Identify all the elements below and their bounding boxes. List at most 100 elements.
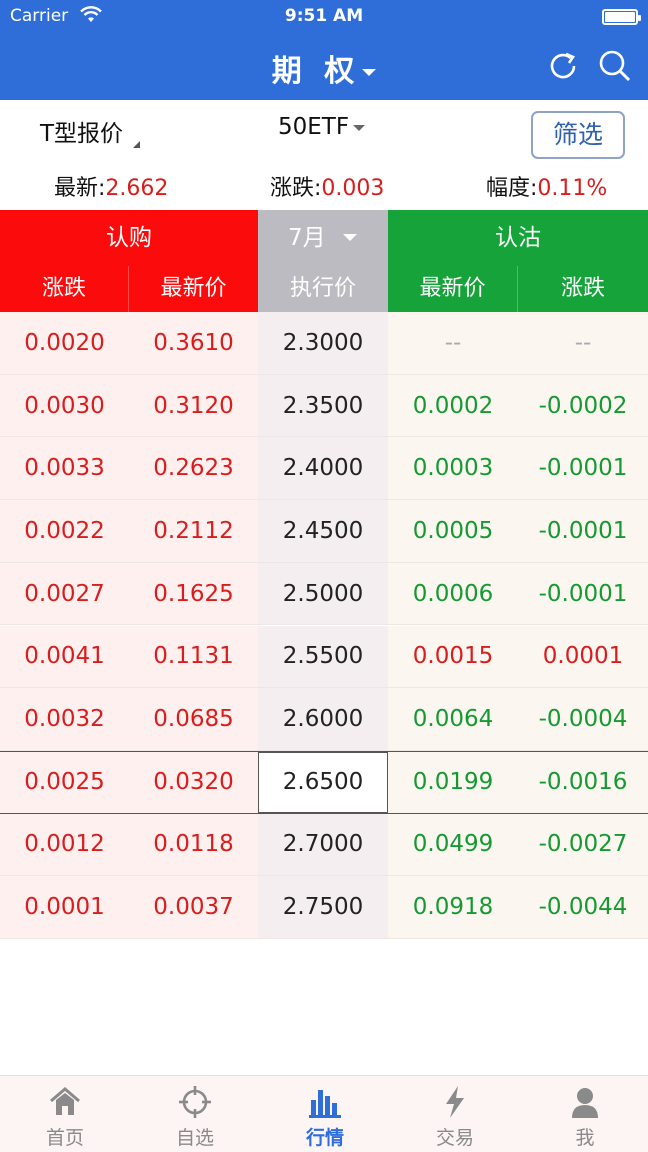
- top-bar: Carrier 9:51 AM 期 权: [0, 0, 648, 100]
- tab-trade[interactable]: 交易: [390, 1076, 520, 1152]
- put-last-cell[interactable]: 0.0002: [388, 374, 518, 437]
- call-last-cell[interactable]: 0.2623: [129, 437, 258, 500]
- chevron-down-icon: [343, 234, 357, 241]
- tab-market[interactable]: 行情: [260, 1076, 390, 1152]
- put-change-cell[interactable]: -0.0016: [518, 751, 648, 813]
- strike-cell[interactable]: 2.7500: [258, 876, 388, 938]
- call-last-cell[interactable]: 0.0320: [129, 751, 258, 813]
- table-row[interactable]: 0.0041 0.1131 2.5500 0.0015 0.0001: [0, 625, 648, 689]
- strike-cell[interactable]: 2.4500: [258, 500, 388, 562]
- table-row[interactable]: 0.0025 0.0320 2.6500 0.0199 -0.0016: [0, 750, 648, 814]
- call-last-cell[interactable]: 0.1625: [129, 562, 258, 625]
- tab-home[interactable]: 首页: [0, 1076, 130, 1152]
- refresh-icon[interactable]: [545, 48, 581, 84]
- strike-header: 执行价: [289, 276, 356, 301]
- table-row[interactable]: 0.0033 0.2623 2.4000 0.0003 -0.0001: [0, 437, 648, 501]
- call-change-cell[interactable]: 0.0032: [0, 688, 129, 750]
- strike-cell[interactable]: 2.7000: [258, 813, 388, 876]
- price-change: 涨跌:0.003: [270, 170, 384, 202]
- call-change-cell[interactable]: 0.0022: [0, 500, 129, 562]
- call-change-cell[interactable]: 0.0033: [0, 437, 129, 500]
- quote-type-dropdown[interactable]: T型报价: [40, 114, 141, 148]
- price-change-label: 涨跌:: [270, 176, 322, 201]
- strike-cell[interactable]: 2.6000: [258, 688, 388, 750]
- table-row[interactable]: 0.0027 0.1625 2.5000 0.0006 -0.0001: [0, 562, 648, 626]
- call-change-cell[interactable]: 0.0001: [0, 876, 129, 938]
- call-last-cell[interactable]: 0.2112: [129, 500, 258, 562]
- call-header: 认购 涨跌 最新价: [0, 210, 258, 312]
- strike-cell[interactable]: 2.4000: [258, 437, 388, 500]
- call-last-cell[interactable]: 0.3610: [129, 312, 258, 374]
- strike-cell[interactable]: 2.3000: [258, 312, 388, 374]
- price-change-value: 0.003: [321, 176, 385, 201]
- call-last-cell[interactable]: 0.1131: [129, 625, 258, 688]
- tab-bar: 首页 自选 行情 交易 我: [0, 1075, 648, 1152]
- put-last-cell[interactable]: 0.0499: [388, 813, 518, 876]
- table-row[interactable]: 0.0032 0.0685 2.6000 0.0064 -0.0004: [0, 688, 648, 751]
- put-last-cell[interactable]: 0.0003: [388, 437, 518, 500]
- put-change-cell[interactable]: -0.0001: [518, 500, 648, 562]
- put-change-cell[interactable]: 0.0001: [518, 625, 648, 688]
- expiry-dropdown[interactable]: 7月: [258, 210, 388, 266]
- last-price: 最新:2.662: [54, 170, 168, 202]
- underlying-dropdown[interactable]: 50ETF: [278, 114, 366, 140]
- call-change-cell[interactable]: 0.0012: [0, 813, 129, 876]
- put-last-header[interactable]: 最新价: [388, 266, 518, 312]
- put-change-cell[interactable]: -0.0001: [518, 437, 648, 500]
- call-change-cell[interactable]: 0.0041: [0, 625, 129, 688]
- put-change-cell[interactable]: -0.0004: [518, 688, 648, 750]
- put-last-cell[interactable]: 0.0918: [388, 876, 518, 938]
- put-change-cell[interactable]: -0.0002: [518, 374, 648, 437]
- chevron-down-icon: [353, 124, 366, 131]
- put-last-cell[interactable]: 0.0005: [388, 500, 518, 562]
- tab-watchlist[interactable]: 自选: [130, 1076, 260, 1152]
- call-last-header[interactable]: 最新价: [129, 266, 258, 312]
- call-change-cell[interactable]: 0.0030: [0, 374, 129, 437]
- strike-cell[interactable]: 2.5500: [258, 625, 388, 688]
- call-change-header[interactable]: 涨跌: [0, 266, 129, 312]
- search-icon[interactable]: [597, 48, 633, 84]
- option-chain-table: 0.0020 0.3610 2.3000 -- -- 0.0030 0.3120 2.3500…: [0, 312, 648, 939]
- call-change-cell[interactable]: 0.0025: [0, 751, 129, 813]
- put-title: 认沽: [495, 225, 541, 251]
- put-last-cell[interactable]: 0.0064: [388, 688, 518, 750]
- tab-label: 交易: [435, 1127, 474, 1149]
- tab-label: 我: [575, 1127, 595, 1149]
- table-row[interactable]: 0.0001 0.0037 2.7500 0.0918 -0.0044: [0, 876, 648, 939]
- put-last-cell[interactable]: 0.0199: [388, 751, 518, 813]
- table-row[interactable]: 0.0012 0.0118 2.7000 0.0499 -0.0027: [0, 813, 648, 877]
- lightning-icon: [437, 1084, 473, 1120]
- put-change-cell[interactable]: -0.0044: [518, 876, 648, 938]
- call-last-cell[interactable]: 0.0037: [129, 876, 258, 938]
- put-change-cell[interactable]: -0.0001: [518, 562, 648, 625]
- last-price-value: 2.662: [105, 176, 169, 201]
- put-change-cell[interactable]: --: [518, 312, 648, 374]
- strike-cell[interactable]: 2.3500: [258, 374, 388, 437]
- call-last-cell[interactable]: 0.0685: [129, 688, 258, 750]
- put-last-cell[interactable]: 0.0006: [388, 562, 518, 625]
- table-row[interactable]: 0.0020 0.3610 2.3000 -- --: [0, 312, 648, 375]
- call-change-cell[interactable]: 0.0027: [0, 562, 129, 625]
- crosshair-icon: [177, 1084, 213, 1120]
- filter-button[interactable]: 筛选: [531, 111, 625, 159]
- put-last-cell[interactable]: 0.0015: [388, 625, 518, 688]
- table-row[interactable]: 0.0022 0.2112 2.4500 0.0005 -0.0001: [0, 500, 648, 563]
- bar-chart-icon: [307, 1084, 343, 1120]
- strike-cell[interactable]: 2.6500: [258, 751, 388, 813]
- table-row[interactable]: 0.0030 0.3120 2.3500 0.0002 -0.0002: [0, 374, 648, 438]
- expiry-header: 7月 执行价: [258, 210, 388, 312]
- price-range-value: 0.11%: [537, 176, 608, 201]
- last-price-label: 最新:: [54, 176, 106, 201]
- strike-cell[interactable]: 2.5000: [258, 562, 388, 625]
- call-last-cell[interactable]: 0.0118: [129, 813, 258, 876]
- battery-icon: [602, 9, 641, 25]
- home-icon: [47, 1084, 83, 1120]
- nav-title: 期 权: [271, 54, 361, 89]
- put-change-header[interactable]: 涨跌: [518, 266, 648, 312]
- call-change-cell[interactable]: 0.0020: [0, 312, 129, 374]
- call-last-cell[interactable]: 0.3120: [129, 374, 258, 437]
- call-title: 认购: [106, 225, 152, 251]
- tab-me[interactable]: 我: [520, 1076, 648, 1152]
- put-change-cell[interactable]: -0.0027: [518, 813, 648, 876]
- put-last-cell[interactable]: --: [388, 312, 518, 374]
